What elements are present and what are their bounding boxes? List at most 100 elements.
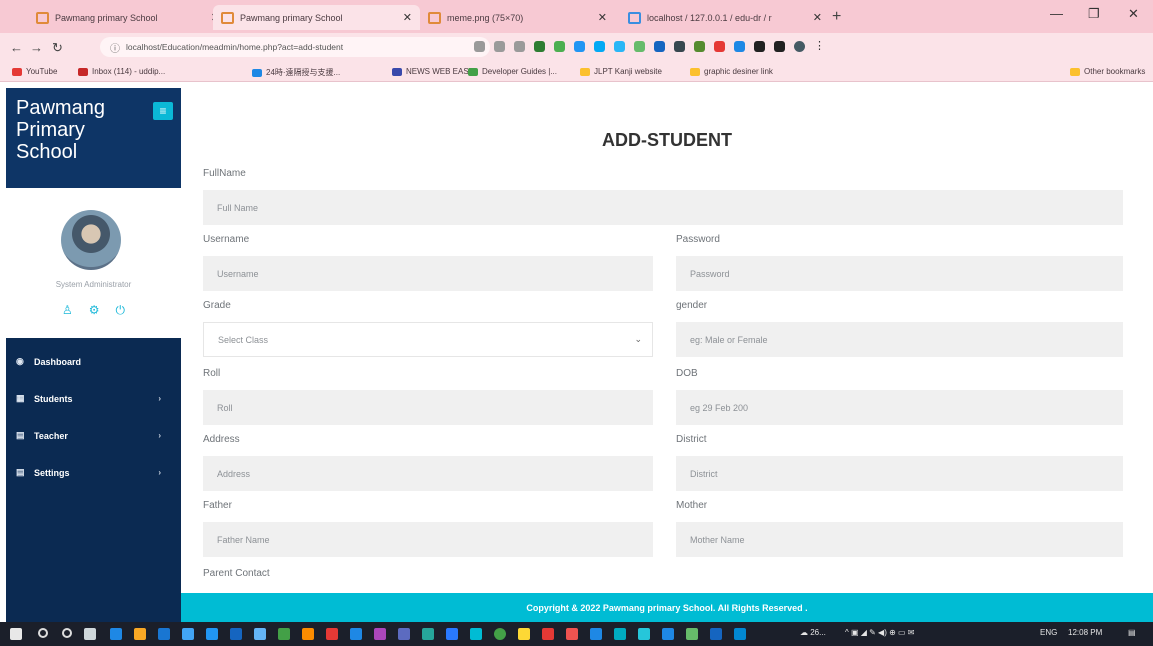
browser-tab-3[interactable]: meme.png (75×70) ✕ bbox=[420, 5, 615, 30]
address-bar[interactable]: ⓘ localhost/Education/meadmin/home.php?a… bbox=[100, 37, 490, 57]
sidebar-item-students[interactable]: ▦ Students › bbox=[6, 380, 181, 417]
hamburger-menu-icon[interactable]: ≡ bbox=[153, 102, 173, 120]
weather-widget[interactable]: ☁ 26... bbox=[800, 628, 826, 637]
browser-tab-2[interactable]: Pawmang primary School ✕ bbox=[213, 5, 420, 30]
roll-input[interactable]: Roll bbox=[203, 390, 653, 425]
taskbar-app-icon[interactable] bbox=[326, 628, 338, 640]
notification-icon[interactable]: ▤ bbox=[1128, 628, 1136, 637]
taskbar-app-icon[interactable] bbox=[638, 628, 650, 640]
clock[interactable]: 12:08 PM bbox=[1068, 628, 1102, 637]
fullname-input[interactable]: Full Name bbox=[203, 190, 1123, 225]
whatsapp-icon[interactable] bbox=[494, 628, 506, 640]
taskbar-app-icon[interactable] bbox=[686, 628, 698, 640]
taskbar-app-icon[interactable] bbox=[470, 628, 482, 640]
extension-icon[interactable] bbox=[614, 41, 625, 52]
bookmark-news-web-easy[interactable]: NEWS WEB EASY bbox=[392, 67, 474, 76]
gear-icon[interactable]: ⚙ bbox=[89, 303, 100, 318]
search-icon[interactable] bbox=[38, 628, 48, 638]
close-icon[interactable]: ✕ bbox=[598, 11, 607, 24]
user-icon[interactable]: ♙ bbox=[62, 303, 73, 318]
taskbar-app-icon[interactable] bbox=[110, 628, 122, 640]
address-input[interactable]: Address bbox=[203, 456, 653, 491]
taskbar-app-icon[interactable] bbox=[422, 628, 434, 640]
bookmark-developer-guides[interactable]: Developer Guides |... bbox=[468, 67, 557, 76]
password-input[interactable]: Password bbox=[676, 256, 1123, 291]
extension-icon[interactable] bbox=[574, 41, 585, 52]
reload-icon[interactable]: ↻ bbox=[52, 40, 63, 56]
back-icon[interactable]: ← bbox=[10, 40, 23, 55]
taskbar-app-icon[interactable] bbox=[446, 628, 458, 640]
taskbar-app-icon[interactable] bbox=[542, 628, 554, 640]
task-view-icon[interactable] bbox=[84, 628, 96, 640]
extension-icon[interactable] bbox=[534, 41, 545, 52]
extensions-puzzle-icon[interactable] bbox=[754, 41, 765, 52]
profile-actions: ♙ ⚙ ⏻ bbox=[6, 303, 181, 318]
forward-icon[interactable]: → bbox=[30, 40, 43, 55]
close-icon[interactable]: ✕ bbox=[813, 11, 822, 24]
taskbar-app-icon[interactable] bbox=[614, 628, 626, 640]
grade-select[interactable]: Select Class ⌄ bbox=[203, 322, 653, 357]
power-icon[interactable]: ⏻ bbox=[116, 303, 126, 318]
taskbar-app-icon[interactable] bbox=[230, 628, 242, 640]
sidebar-item-settings[interactable]: ▤ Settings › bbox=[6, 454, 181, 491]
language-indicator[interactable]: ENG bbox=[1040, 628, 1057, 637]
extension-icon[interactable] bbox=[654, 41, 665, 52]
file-explorer-icon[interactable] bbox=[134, 628, 146, 640]
windows-start-icon[interactable] bbox=[10, 628, 22, 640]
more-menu-icon[interactable]: ⋮ bbox=[814, 41, 825, 52]
father-input[interactable]: Father Name bbox=[203, 522, 653, 557]
cortana-icon[interactable] bbox=[62, 628, 72, 638]
extension-icon[interactable] bbox=[734, 41, 745, 52]
bookmark-youtube[interactable]: YouTube bbox=[12, 67, 57, 76]
browser-tab-1[interactable]: Pawmang primary School ✕ bbox=[28, 5, 228, 30]
taskbar-app-icon[interactable] bbox=[710, 628, 722, 640]
extension-icon[interactable] bbox=[634, 41, 645, 52]
taskbar-app-icon[interactable] bbox=[398, 628, 410, 640]
dob-input[interactable]: eg 29 Feb 200 bbox=[676, 390, 1123, 425]
taskbar-app-icon[interactable] bbox=[206, 628, 218, 640]
zoom-icon[interactable] bbox=[474, 41, 485, 52]
extension-icon[interactable] bbox=[714, 41, 725, 52]
tray-icons[interactable]: ^ ▣ ◢ ✎ ◀) ⊕ ▭ ✉ bbox=[845, 628, 915, 637]
taskbar-app-icon[interactable] bbox=[158, 628, 170, 640]
extension-icon[interactable] bbox=[674, 41, 685, 52]
profile-icon[interactable] bbox=[794, 41, 805, 52]
taskbar-app-icon[interactable] bbox=[734, 628, 746, 640]
brand-name[interactable]: Pawmang Primary School bbox=[16, 97, 141, 163]
bookmark-graphic-designer[interactable]: graphic desiner link bbox=[690, 67, 773, 76]
mother-input[interactable]: Mother Name bbox=[676, 522, 1123, 557]
taskbar-app-icon[interactable] bbox=[350, 628, 362, 640]
maximize-icon[interactable]: ❐ bbox=[1088, 6, 1100, 22]
extension-icon[interactable] bbox=[594, 41, 605, 52]
close-window-icon[interactable]: ✕ bbox=[1128, 6, 1139, 22]
taskbar-app-icon[interactable] bbox=[374, 628, 386, 640]
taskbar-app-icon[interactable] bbox=[254, 628, 266, 640]
bookmark-jlpt-kanji[interactable]: JLPT Kanji website bbox=[580, 67, 662, 76]
site-info-icon[interactable]: ⓘ bbox=[110, 40, 120, 55]
extension-icon[interactable] bbox=[554, 41, 565, 52]
district-input[interactable]: District bbox=[676, 456, 1123, 491]
sidebar-panel-icon[interactable] bbox=[774, 41, 785, 52]
gender-input[interactable]: eg: Male or Female bbox=[676, 322, 1123, 357]
sidebar-item-dashboard[interactable]: ◉ Dashboard bbox=[6, 343, 181, 380]
taskbar-app-icon[interactable] bbox=[662, 628, 674, 640]
extension-icon[interactable] bbox=[694, 41, 705, 52]
star-icon[interactable] bbox=[514, 41, 525, 52]
close-icon[interactable]: ✕ bbox=[403, 11, 412, 24]
chrome-icon[interactable] bbox=[518, 628, 530, 640]
new-tab-icon[interactable]: + bbox=[832, 8, 841, 26]
taskbar-app-icon[interactable] bbox=[278, 628, 290, 640]
taskbar-app-icon[interactable] bbox=[566, 628, 578, 640]
bookmark-other[interactable]: Other bookmarks bbox=[1070, 67, 1145, 76]
taskbar-app-icon[interactable] bbox=[182, 628, 194, 640]
taskbar-app-icon[interactable] bbox=[590, 628, 602, 640]
bookmark-japanese-site[interactable]: 24時·遠隔授与支援... bbox=[252, 67, 340, 78]
browser-tab-4[interactable]: localhost / 127.0.0.1 / edu-dr / r ✕ bbox=[620, 5, 830, 30]
sidebar-item-teacher[interactable]: ▤ Teacher › bbox=[6, 417, 181, 454]
taskbar-app-icon[interactable] bbox=[302, 628, 314, 640]
minimize-icon[interactable]: — bbox=[1050, 6, 1063, 21]
share-icon[interactable] bbox=[494, 41, 505, 52]
grade-select-value: Select Class bbox=[218, 334, 269, 345]
bookmark-inbox[interactable]: Inbox (114) - uddip... bbox=[78, 67, 165, 76]
username-input[interactable]: Username bbox=[203, 256, 653, 291]
